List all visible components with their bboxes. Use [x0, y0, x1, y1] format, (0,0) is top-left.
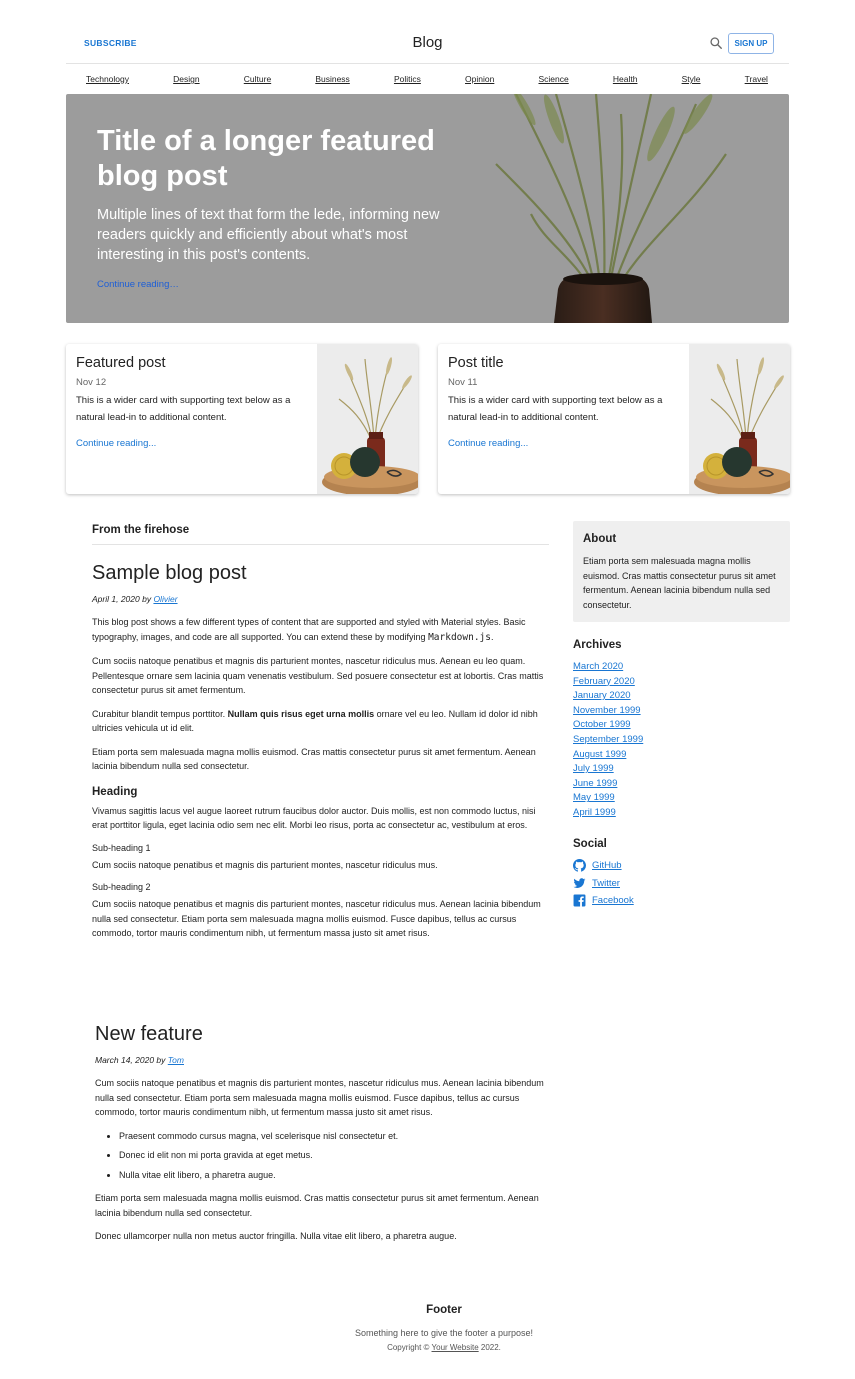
- blog-post-sample: Sample blog post April 1, 2020 by Olivie…: [92, 560, 549, 941]
- card-date: Nov 12: [76, 377, 107, 388]
- post-list: Praesent commodo cursus magna, vel scele…: [95, 1127, 552, 1186]
- card-text: This is a wider card with supporting tex…: [76, 395, 291, 423]
- nav-link-health[interactable]: Health: [613, 74, 638, 84]
- footer-copyright: Copyright © Your Website 2022.: [387, 1343, 501, 1352]
- card-text: This is a wider card with supporting tex…: [448, 395, 663, 423]
- footer-title: Footer: [426, 1304, 462, 1316]
- author-link[interactable]: Olivier: [153, 594, 177, 604]
- author-link[interactable]: Tom: [168, 1055, 184, 1065]
- social-facebook[interactable]: Facebook: [573, 892, 634, 910]
- post-title-card[interactable]: Post title Nov 11 This is a wider card w…: [438, 344, 790, 494]
- post-heading: Heading: [92, 785, 138, 798]
- archive-link[interactable]: July 1999: [573, 762, 643, 777]
- post-paragraph: Donec ullamcorper nulla non metus auctor…: [95, 1231, 457, 1241]
- nav-link-travel[interactable]: Travel: [745, 74, 768, 84]
- social-links: GitHub Twitter Facebook: [573, 857, 634, 910]
- inline-code: Markdown.js: [428, 631, 491, 643]
- featured-post-card[interactable]: Featured post Nov 12 This is a wider car…: [66, 344, 418, 494]
- facebook-icon: [573, 894, 586, 907]
- sign-up-button[interactable]: SIGN UP: [728, 33, 774, 54]
- section-title: From the firehose: [92, 524, 549, 545]
- social-github[interactable]: GitHub: [573, 857, 634, 875]
- post-paragraph: Curabitur blandit tempus porttitor. Null…: [92, 708, 538, 734]
- archive-link[interactable]: April 1999: [573, 806, 643, 821]
- post-meta: March 14, 2020 by Tom: [95, 1055, 184, 1065]
- social-link-label[interactable]: Twitter: [592, 878, 620, 889]
- card-date: Nov 11: [448, 377, 478, 388]
- nav-link-culture[interactable]: Culture: [244, 74, 271, 84]
- nav-link-design[interactable]: Design: [173, 74, 199, 84]
- archive-link[interactable]: March 2020: [573, 660, 643, 675]
- card-image: [689, 344, 790, 494]
- hero-plant-image: [495, 94, 727, 323]
- archive-link[interactable]: February 2020: [573, 675, 643, 690]
- about-box: About Etiam porta sem malesuada magna mo…: [573, 521, 790, 622]
- post-paragraph: Cum sociis natoque penatibus et magnis d…: [95, 1078, 544, 1117]
- nav-link-technology[interactable]: Technology: [86, 74, 129, 84]
- post-title: Sample blog post: [92, 562, 247, 584]
- category-nav: Technology Design Culture Business Polit…: [66, 65, 789, 93]
- list-item: Donec id elit non mi porta gravida at eg…: [119, 1146, 552, 1166]
- archives-list: March 2020 February 2020 January 2020 No…: [573, 660, 643, 821]
- social-link-label[interactable]: GitHub: [592, 860, 622, 871]
- archive-link[interactable]: May 1999: [573, 791, 643, 806]
- footer-website-link[interactable]: Your Website: [432, 1343, 479, 1352]
- nav-link-science[interactable]: Science: [538, 74, 568, 84]
- card-continue-link[interactable]: Continue reading...: [448, 438, 528, 449]
- post-paragraph: Cum sociis natoque penatibus et magnis d…: [92, 899, 541, 938]
- post-meta: April 1, 2020 by Olivier: [92, 594, 178, 604]
- nav-link-politics[interactable]: Politics: [394, 74, 421, 84]
- post-subheading: Sub-heading 1: [92, 842, 151, 853]
- post-paragraph: Cum sociis natoque penatibus et magnis d…: [92, 859, 438, 870]
- header: SUBSCRIBE Blog SIGN UP: [66, 24, 789, 64]
- post-paragraph: Etiam porta sem malesuada magna mollis e…: [95, 1193, 539, 1218]
- nav-link-business[interactable]: Business: [315, 74, 350, 84]
- social-twitter[interactable]: Twitter: [573, 875, 634, 893]
- hero-lede: Multiple lines of text that form the led…: [97, 207, 440, 263]
- archive-link[interactable]: June 1999: [573, 777, 643, 792]
- card-continue-link[interactable]: Continue reading...: [76, 438, 156, 449]
- archive-link[interactable]: October 1999: [573, 718, 643, 733]
- nav-link-opinion[interactable]: Opinion: [465, 74, 494, 84]
- social-link-label[interactable]: Facebook: [592, 895, 634, 906]
- post-paragraph: Vivamus sagittis lacus vel augue laoreet…: [92, 805, 536, 831]
- archive-link[interactable]: September 1999: [573, 733, 643, 748]
- about-text: Etiam porta sem malesuada magna mollis e…: [583, 556, 776, 610]
- card-title: Featured post: [76, 355, 166, 371]
- card-image: [317, 344, 418, 494]
- post-title: New feature: [95, 1023, 203, 1045]
- site-title: Blog: [412, 34, 443, 51]
- list-item: Nulla vitae elit libero, a pharetra augu…: [119, 1166, 552, 1186]
- post-paragraph: This blog post shows a few different typ…: [92, 617, 526, 643]
- archive-link[interactable]: November 1999: [573, 704, 643, 719]
- archives-title: Archives: [573, 639, 622, 651]
- post-paragraph: Etiam porta sem malesuada magna mollis e…: [92, 746, 536, 772]
- twitter-icon: [573, 878, 586, 888]
- blog-post-new-feature: New feature March 14, 2020 by Tom Cum so…: [95, 1021, 552, 1244]
- social-title: Social: [573, 838, 607, 850]
- hero-continue-link[interactable]: Continue reading…: [97, 279, 179, 290]
- archive-link[interactable]: August 1999: [573, 748, 643, 763]
- hero-title: Title of a longer featured blog post: [97, 125, 435, 192]
- search-icon[interactable]: [709, 36, 723, 50]
- featured-hero: Title of a longer featured blog post Mul…: [66, 94, 789, 323]
- archive-link[interactable]: January 2020: [573, 689, 643, 704]
- post-subheading: Sub-heading 2: [92, 882, 151, 892]
- about-title: About: [583, 533, 617, 545]
- footer-subtitle: Something here to give the footer a purp…: [354, 1328, 534, 1338]
- list-item: Praesent commodo cursus magna, vel scele…: [119, 1127, 552, 1147]
- post-paragraph: Cum sociis natoque penatibus et magnis d…: [92, 656, 544, 695]
- card-title: Post title: [448, 355, 504, 371]
- github-icon: [573, 859, 586, 872]
- nav-link-style[interactable]: Style: [682, 74, 701, 84]
